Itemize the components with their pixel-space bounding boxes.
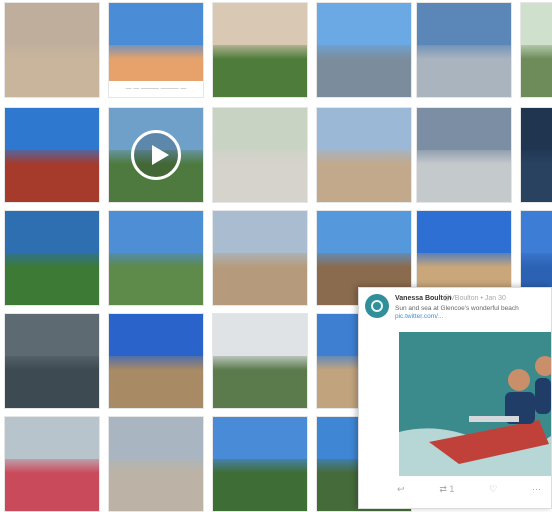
avatar[interactable] [365, 294, 389, 318]
photo-tile-greenery-edge[interactable] [520, 2, 552, 98]
tile-sky [109, 3, 203, 46]
photo-tile-person-sea[interactable] [316, 2, 412, 98]
tile-sky [417, 211, 511, 254]
tile-band [5, 253, 99, 268]
tile-band [109, 45, 203, 60]
tile-band [213, 356, 307, 371]
photo-tile-beach-people[interactable] [212, 210, 308, 306]
photo-tile-dome-structure[interactable] [4, 313, 100, 409]
tile-sky [5, 417, 99, 460]
tile-band [5, 459, 99, 474]
tile-sky [213, 314, 307, 357]
photo-tile-sand-toy[interactable] [4, 2, 100, 98]
tile-sky [109, 211, 203, 254]
tile-sky [5, 108, 99, 151]
more-icon[interactable]: ⋯ [532, 484, 541, 498]
tile-sky [109, 314, 203, 357]
tile-band [109, 253, 203, 268]
photo-tile-beach-sand[interactable] [108, 313, 204, 409]
like-icon[interactable]: ♡ [489, 484, 497, 498]
photo-tile-sea-rocks[interactable] [416, 2, 512, 98]
tile-band [213, 45, 307, 60]
play-icon[interactable] [131, 130, 181, 180]
tile-sky [521, 211, 552, 254]
photo-tile-path-house[interactable] [212, 107, 308, 203]
tile-band [417, 150, 511, 165]
tile-sky [213, 3, 307, 46]
tile-band [5, 150, 99, 165]
tile-band [521, 150, 552, 165]
tweet-header: Vanessa Boulton @VBoulton • Jan 30 Sun a… [365, 294, 547, 330]
tile-band [317, 150, 411, 165]
tile-band [109, 356, 203, 371]
photo-tile-dark-edge[interactable] [520, 107, 552, 203]
photo-tile-sea-plants[interactable] [4, 107, 100, 203]
tile-band [213, 150, 307, 165]
tweet-actions: ↩ ⇄ 1 ♡ ⋯ [397, 484, 541, 498]
tweet-body: Sun and sea at Glencoe's wonderful beach [395, 305, 519, 312]
tile-sky [417, 3, 511, 46]
tile-band [521, 45, 552, 60]
tile-sky [5, 211, 99, 254]
tile-band [109, 459, 203, 474]
tile-sky [417, 108, 511, 151]
tweet-card[interactable]: Vanessa Boulton @VBoulton • Jan 30 Sun a… [358, 287, 552, 509]
tweet-photo-image [399, 332, 551, 476]
tile-band [5, 45, 99, 60]
tweet-link[interactable]: pic.twitter.com/... [395, 313, 443, 320]
tile-band [521, 253, 552, 268]
tile-sky [213, 108, 307, 151]
tile-sky [317, 3, 411, 46]
photo-tile-beach-crowd[interactable] [212, 2, 308, 98]
photo-tile-sand-castle[interactable]: — — ——— ——— — [108, 2, 204, 98]
photo-tile-swimmer[interactable] [4, 210, 100, 306]
tile-caption: — — ——— ——— — [109, 81, 203, 97]
photo-tile-boardwalk[interactable] [416, 107, 512, 203]
tile-sky [521, 3, 552, 46]
reply-icon[interactable]: ↩ [397, 484, 405, 498]
tile-sky [317, 211, 411, 254]
tile-sky [5, 314, 99, 357]
tile-sky [317, 108, 411, 151]
tile-sky [521, 108, 552, 151]
tile-sky [213, 211, 307, 254]
tile-sky [109, 417, 203, 460]
retweet-icon[interactable]: ⇄ 1 [439, 484, 454, 498]
tile-sky [5, 3, 99, 46]
photo-tile-signboard[interactable] [108, 416, 204, 512]
photo-tile-sea-tree[interactable] [212, 416, 308, 512]
tweet-text: Sun and sea at Glencoe's wonderful beach… [395, 305, 547, 321]
photo-tile-playground[interactable] [316, 107, 412, 203]
tweet-photo[interactable] [399, 332, 551, 476]
tile-band [417, 45, 511, 60]
photo-tile-bay-view[interactable] [108, 210, 204, 306]
photo-tile-beach-toys[interactable] [4, 416, 100, 512]
tile-band [5, 356, 99, 371]
tweet-handle[interactable]: @VBoulton • Jan 30 [443, 295, 506, 302]
tile-band [317, 253, 411, 268]
photo-tile-wedding-arch[interactable] [212, 313, 308, 409]
tile-band [213, 253, 307, 268]
tile-sky [213, 417, 307, 460]
tile-band [317, 45, 411, 60]
tile-band [417, 253, 511, 268]
photo-tile-video-trees[interactable] [108, 107, 204, 203]
tile-band [213, 459, 307, 474]
